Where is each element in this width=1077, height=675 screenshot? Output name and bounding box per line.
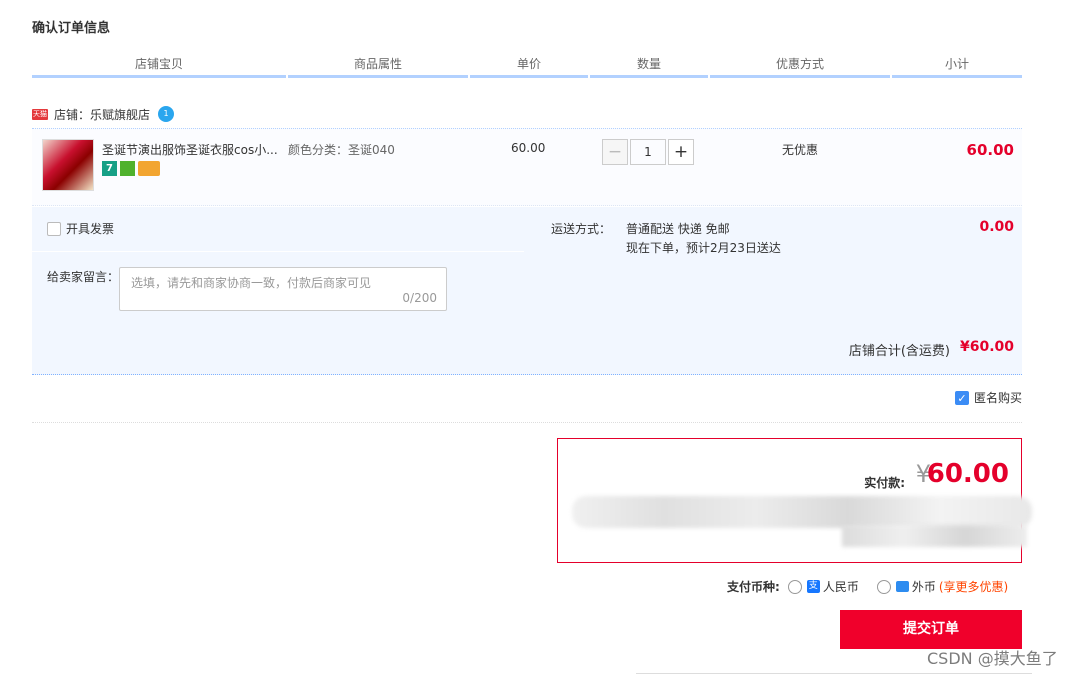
col-header-quantity: 数量 bbox=[590, 55, 708, 78]
quantity-stepper: − 1 + bbox=[602, 139, 694, 165]
seller-memo-textarea[interactable]: 选填，请先和商家协商一致，付款后商家可见 0/200 bbox=[119, 267, 447, 311]
shipping-fee: 0.00 bbox=[979, 219, 1014, 235]
anonymous-row: ✓ 匿名购买 bbox=[32, 380, 1022, 423]
shipping-panel: 运送方式： 普通配送 快递 免邮 现在下单，预计2月23日送达 0.00 bbox=[526, 207, 1022, 322]
anonymous-checkbox[interactable]: ✓ bbox=[954, 390, 969, 405]
unit-price: 60.00 bbox=[511, 141, 546, 155]
divider bbox=[636, 673, 1032, 674]
currency-selector: 支付币种: 支 人民币 外币 (享更多优惠) bbox=[727, 578, 1008, 595]
divider bbox=[32, 251, 524, 252]
store-name[interactable]: 店铺：乐赋旗舰店 bbox=[54, 106, 150, 123]
service-icons: 7 bbox=[102, 161, 160, 176]
watermark: CSDN @摸大鱼了 bbox=[927, 649, 1058, 668]
page-title: 确认订单信息 bbox=[32, 21, 111, 36]
store-line: 天猫 店铺：乐赋旗舰店 1 bbox=[32, 105, 175, 123]
actual-pay-amount: 60.00 bbox=[926, 459, 1009, 489]
card-payment-icon bbox=[138, 161, 160, 176]
foreign-promo: (享更多优惠) bbox=[938, 580, 1009, 594]
memo-char-count: 0/200 bbox=[402, 291, 437, 305]
store-total-row: 店铺合计(含运费) ¥60.00 bbox=[32, 322, 1022, 375]
guarantee-icon bbox=[120, 161, 135, 176]
seven-day-return-icon: 7 bbox=[102, 161, 117, 176]
order-options-panel: 开具发票 给卖家留言： 选填，请先和商家协商一致，付款后商家可见 0/200 运… bbox=[32, 207, 1022, 322]
order-item-row: 圣诞节演出服饰圣诞衣服cos小... 7 颜色分类：圣诞040 60.00 − … bbox=[32, 128, 1022, 206]
decrease-button[interactable]: − bbox=[602, 139, 628, 165]
foreign-radio[interactable] bbox=[876, 579, 891, 594]
col-header-subtotal: 小计 bbox=[892, 55, 1022, 78]
payment-summary: 实付款: ¥ 60.00 bbox=[557, 438, 1032, 563]
tmall-icon: 天猫 bbox=[32, 108, 48, 120]
quantity-input[interactable]: 1 bbox=[630, 139, 666, 165]
shipping-method: 普通配送 快递 免邮 bbox=[626, 222, 730, 236]
col-header-discount: 优惠方式 bbox=[710, 55, 890, 78]
options-left: 开具发票 给卖家留言： 选填，请先和商家协商一致，付款后商家可见 0/200 bbox=[32, 207, 524, 322]
foreign-label[interactable]: 外币 bbox=[912, 578, 936, 595]
increase-button[interactable]: + bbox=[668, 139, 694, 165]
product-attribute: 颜色分类：圣诞040 bbox=[288, 143, 395, 157]
anonymous-label: 匿名购买 bbox=[973, 391, 1022, 405]
store-total-label: 店铺合计(含运费) bbox=[848, 344, 950, 359]
table-header: 店铺宝贝 商品属性 单价 数量 优惠方式 小计 bbox=[32, 55, 1022, 78]
shipping-label: 运送方式： bbox=[551, 222, 612, 236]
payment-summary-inner: 实付款: ¥ 60.00 bbox=[561, 442, 1032, 559]
anonymous-option[interactable]: ✓ 匿名购买 bbox=[954, 389, 1022, 406]
invoice-option[interactable]: 开具发票 bbox=[47, 220, 114, 237]
wallet-icon bbox=[895, 581, 909, 592]
chat-icon[interactable]: 1 bbox=[158, 106, 175, 122]
redacted-address bbox=[572, 496, 1032, 528]
col-header-store-item: 店铺宝贝 bbox=[32, 55, 286, 78]
currency-label: 支付币种: bbox=[727, 580, 780, 594]
actual-pay-label: 实付款: bbox=[864, 476, 905, 490]
product-name[interactable]: 圣诞节演出服饰圣诞衣服cos小... bbox=[102, 141, 282, 158]
item-subtotal: 60.00 bbox=[966, 141, 1014, 159]
memo-label: 给卖家留言： bbox=[47, 270, 120, 284]
rmb-label[interactable]: 人民币 bbox=[823, 578, 859, 595]
store-total-amount: ¥60.00 bbox=[959, 339, 1014, 355]
invoice-checkbox[interactable] bbox=[47, 221, 61, 236]
discount-method: 无优惠 bbox=[782, 143, 819, 157]
col-header-attribute: 商品属性 bbox=[288, 55, 468, 78]
submit-order-button[interactable]: 提交订单 bbox=[840, 610, 1022, 649]
col-header-price: 单价 bbox=[470, 55, 588, 78]
invoice-label: 开具发票 bbox=[66, 222, 115, 236]
product-thumbnail[interactable] bbox=[42, 139, 94, 191]
redacted-recipient bbox=[842, 525, 1027, 547]
delivery-estimate: 现在下单，预计2月23日送达 bbox=[626, 241, 781, 255]
alipay-icon: 支 bbox=[806, 580, 820, 593]
memo-placeholder: 选填，请先和商家协商一致，付款后商家可见 bbox=[131, 276, 372, 290]
rmb-radio[interactable] bbox=[787, 579, 802, 594]
